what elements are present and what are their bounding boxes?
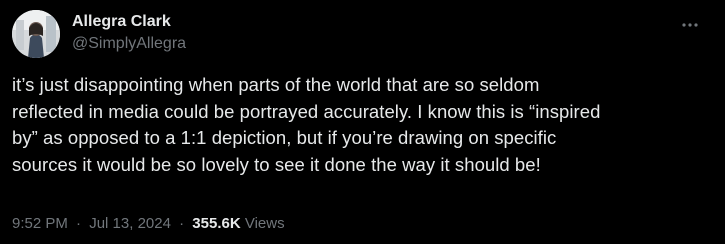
more-options-button[interactable]: [673, 8, 707, 42]
author-names: Allegra Clark @SimplyAllegra: [72, 12, 186, 54]
avatar[interactable]: [12, 10, 60, 58]
author-display-name[interactable]: Allegra Clark: [72, 12, 186, 32]
tweet-text: it’s just disappointing when parts of th…: [12, 74, 601, 175]
tweet: Allegra Clark @SimplyAllegra it’s just d…: [0, 0, 725, 244]
avatar-image: [12, 10, 60, 58]
author-handle[interactable]: @SimplyAllegra: [72, 34, 186, 54]
tweet-meta: 9:52 PM · Jul 13, 2024 · 355.6K Views: [12, 214, 285, 234]
meta-separator: ·: [76, 215, 82, 232]
views-label: Views: [244, 215, 285, 232]
tweet-date[interactable]: Jul 13, 2024: [89, 215, 171, 232]
tweet-header: Allegra Clark @SimplyAllegra: [12, 6, 709, 60]
more-horizontal-icon: [682, 23, 698, 27]
views-count: 355.6K: [192, 215, 241, 232]
tweet-time[interactable]: 9:52 PM: [12, 215, 68, 232]
meta-separator: ·: [179, 215, 185, 232]
